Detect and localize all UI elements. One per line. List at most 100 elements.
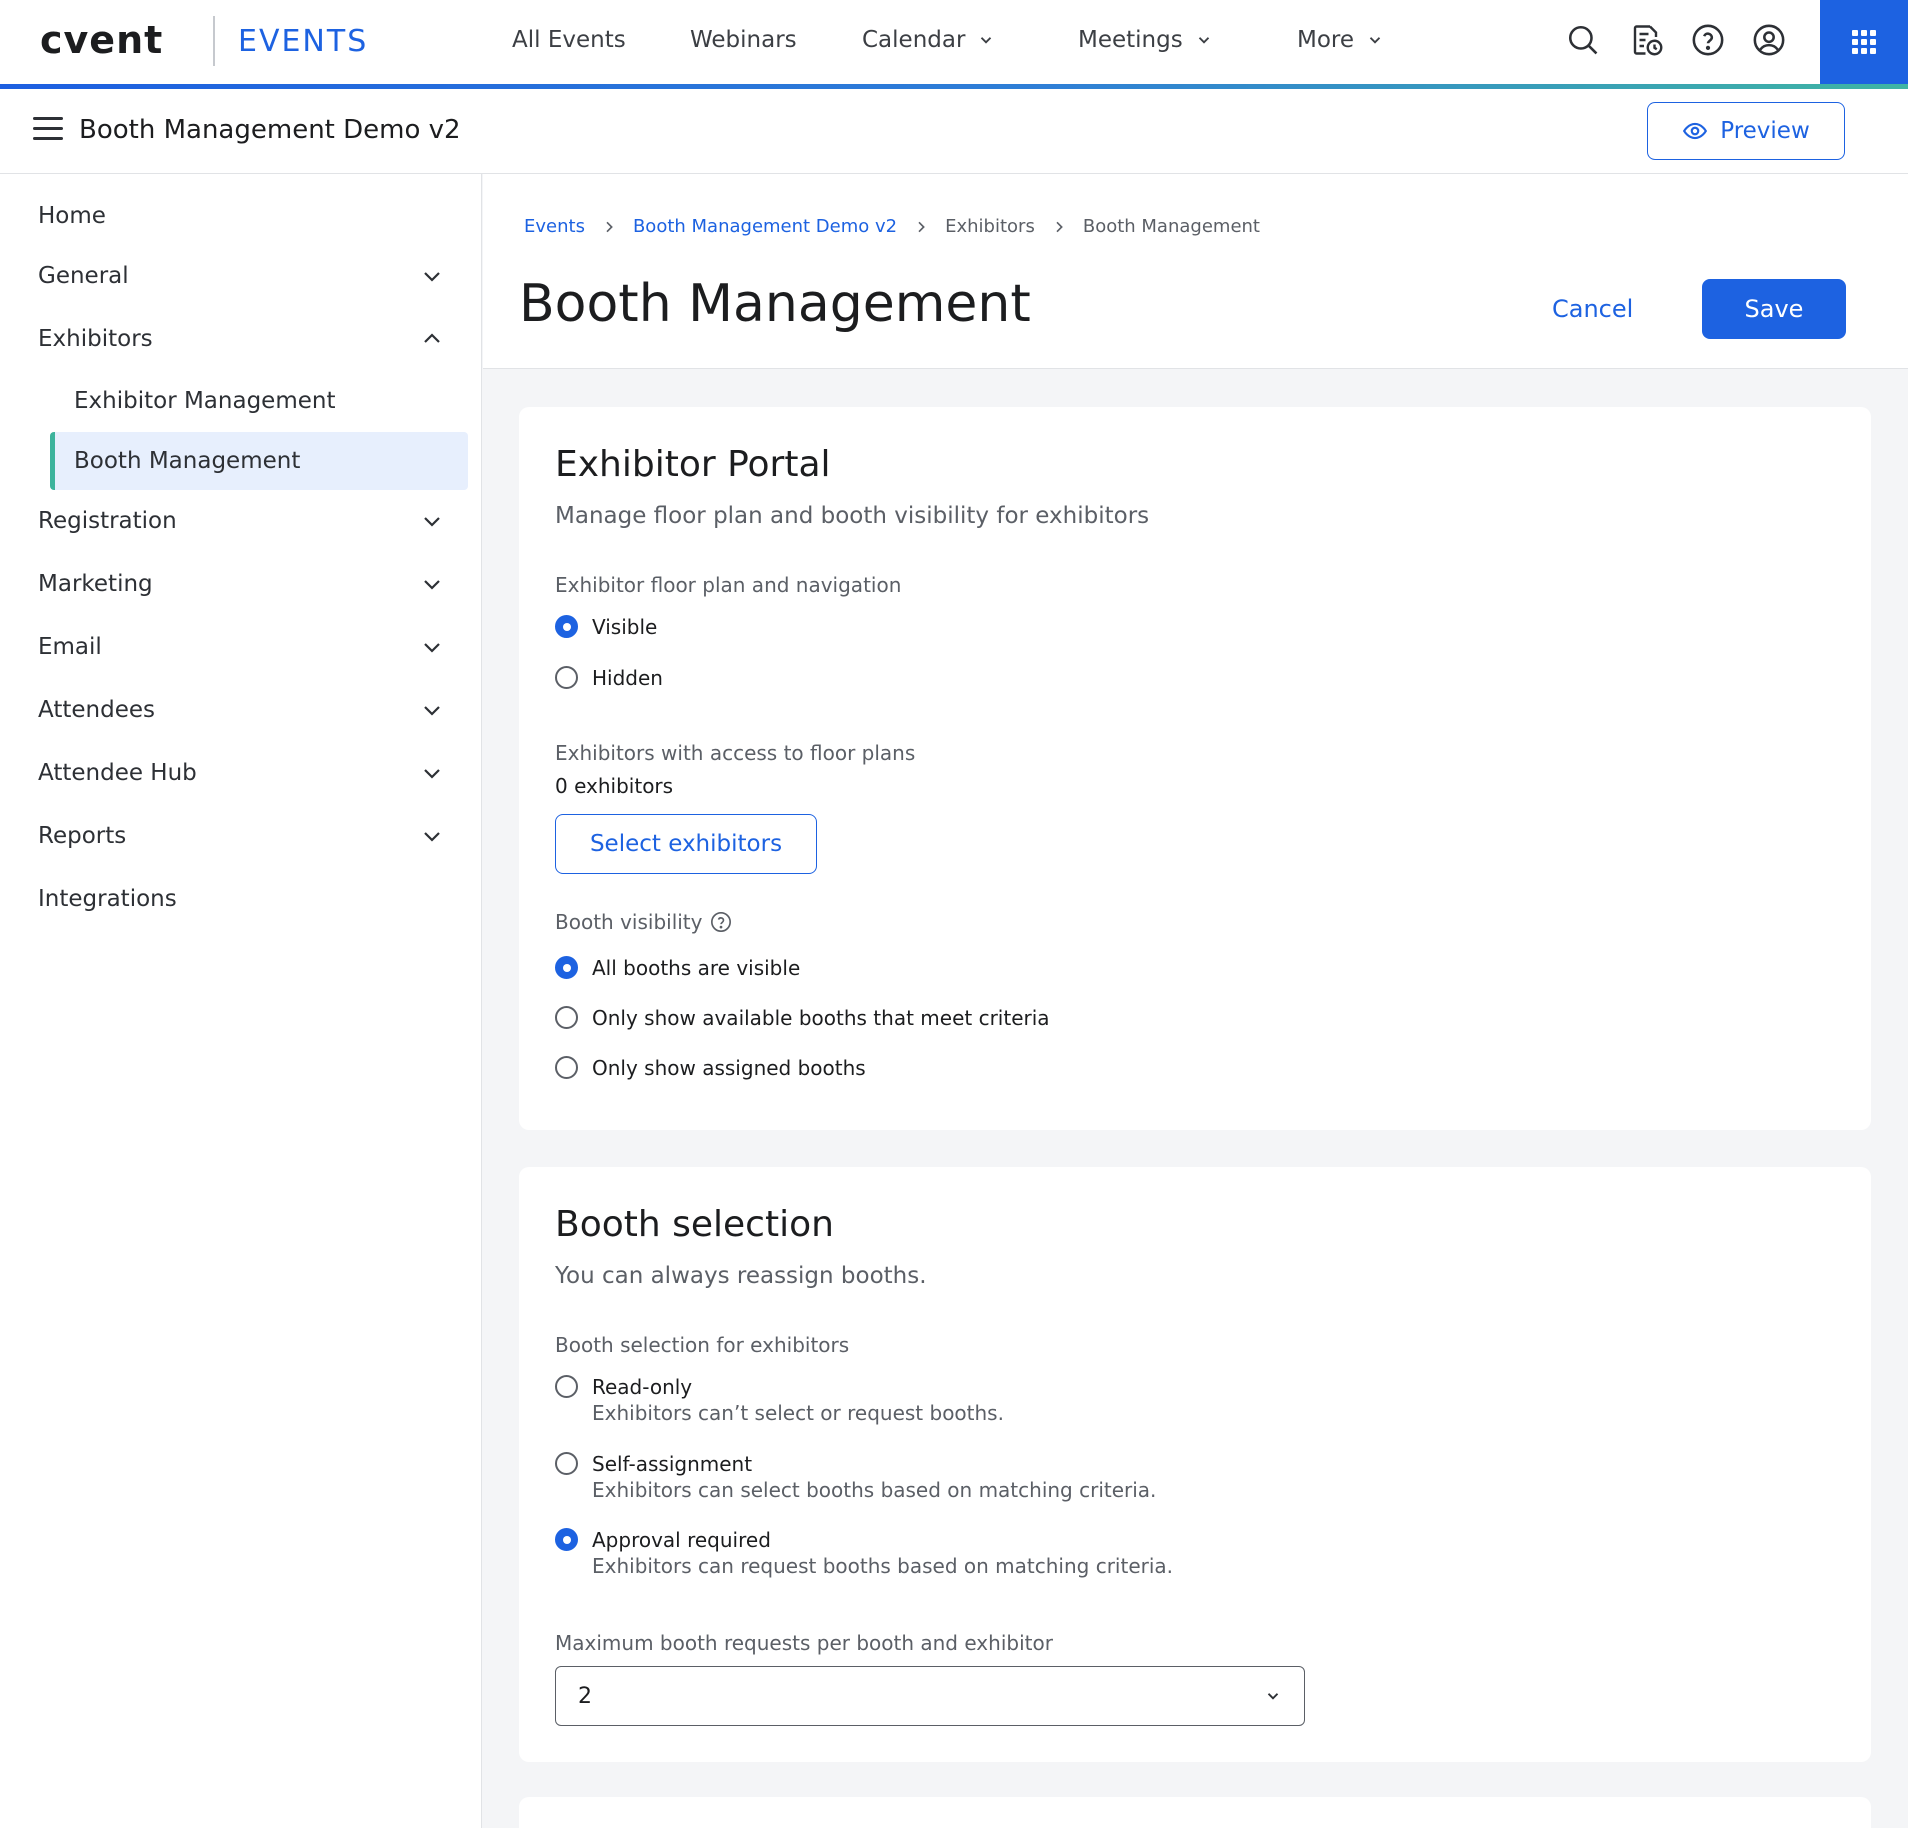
chevron-down-icon [981,37,992,44]
access-label-text: Exhibitors with access to floor plans [555,741,916,765]
radio-read-only[interactable]: Read-only Exhibitors can’t select or req… [555,1374,1004,1426]
breadcrumb-exhibitors: Exhibitors [945,216,1035,237]
radio-description: Exhibitors can’t select or request booth… [592,1401,1004,1425]
exhibitor-portal-card: Exhibitor Portal Manage floor plan and b… [519,407,1871,1130]
cvent-logo[interactable]: cvent [40,18,163,62]
radio-self-assignment[interactable]: Self-assignment Exhibitors can select bo… [555,1451,1156,1503]
sidebar-item-label: Integrations [38,886,177,912]
sidebar-item-attendees[interactable]: Attendees [0,682,482,738]
radio-label: Approval required [592,1528,771,1552]
radio-all-booths-visible[interactable]: All booths are visible [555,955,800,981]
app-name[interactable]: EVENTS [238,24,368,59]
nav-webinars[interactable]: Webinars [690,27,797,53]
account-icon[interactable] [1749,20,1789,60]
top-navigation: cvent EVENTS All Events Webinars Calenda… [0,0,1908,84]
chevron-down-icon [424,832,440,842]
max-requests-label-text: Maximum booth requests per booth and exh… [555,1631,1053,1655]
sidebar-item-exhibitor-management[interactable]: Exhibitor Management [50,372,468,430]
search-icon[interactable] [1563,20,1603,60]
sidebar-item-label: Exhibitor Management [74,388,336,414]
max-requests-label: Maximum booth requests per booth and exh… [555,1631,1053,1655]
breadcrumb-current: Booth Management [1082,216,1260,237]
radio-floor-plan-visible[interactable]: Visible [555,614,657,640]
max-requests-select[interactable]: 2 [555,1666,1305,1726]
radio-label: Only show available booths that meet cri… [592,1006,1050,1030]
sidebar-item-reports[interactable]: Reports [0,808,482,864]
sidebar-item-home[interactable]: Home [0,188,482,244]
card-subtitle: Manage floor plan and booth visibility f… [555,503,1150,529]
radio-assigned-booths[interactable]: Only show assigned booths [555,1055,866,1081]
menu-icon[interactable] [33,117,63,141]
sidebar-item-general[interactable]: General [0,248,482,304]
radio-unchecked-icon [555,1056,578,1079]
apps-grid-button[interactable] [1820,0,1908,84]
chevron-down-icon [1369,37,1381,44]
booth-selection-label-text: Booth selection for exhibitors [555,1333,850,1357]
help-icon[interactable] [710,911,732,933]
chevron-down-icon [424,769,440,779]
page-title: Booth Management [519,274,1031,334]
breadcrumb-event[interactable]: Booth Management Demo v2 [633,216,897,237]
chevron-right-icon [918,221,925,232]
radio-available-booths[interactable]: Only show available booths that meet cri… [555,1005,1050,1031]
sidebar-item-registration[interactable]: Registration [0,493,482,549]
sidebar-item-label: Attendees [38,697,155,723]
help-icon[interactable] [1688,20,1728,60]
sidebar-item-label: Registration [38,508,177,534]
radio-checked-icon [555,615,578,638]
sidebar-item-label: Home [38,203,106,229]
radio-unchecked-icon [555,1006,578,1029]
save-button[interactable]: Save [1702,279,1846,339]
logo-divider [213,16,215,66]
radio-unchecked-icon [555,1375,578,1398]
nav-all-events[interactable]: All Events [512,27,626,53]
sidebar-item-label: General [38,263,129,289]
radio-label: All booths are visible [592,956,801,980]
card-title: Exhibitor Portal [555,444,831,485]
preview-label: Preview [1720,118,1810,144]
event-title: Booth Management Demo v2 [79,115,461,145]
radio-approval-required[interactable]: Approval required Exhibitors can request… [555,1527,1173,1579]
radio-label: Self-assignment [592,1452,753,1476]
nav-calendar[interactable]: Calendar [862,27,995,53]
nav-meetings[interactable]: Meetings [1078,27,1213,53]
nav-more[interactable]: More [1297,27,1384,53]
preview-button[interactable]: Preview [1647,102,1845,160]
radio-floor-plan-hidden[interactable]: Hidden [555,665,663,691]
radio-label: Hidden [592,666,663,690]
sidebar-item-booth-management[interactable]: Booth Management [50,432,468,490]
sidebar-item-label: Marketing [38,571,153,597]
radio-unchecked-icon [555,1452,578,1475]
sidebar-item-label: Attendee Hub [38,760,197,786]
chevron-down-icon [1267,1693,1279,1700]
booth-selection-label: Booth selection for exhibitors [555,1333,849,1357]
nav-meetings-label: Meetings [1078,27,1183,53]
sidebar-item-attendee-hub[interactable]: Attendee Hub [0,745,482,801]
sidebar-item-integrations[interactable]: Integrations [0,871,482,927]
cancel-button[interactable]: Cancel [1552,295,1633,323]
chevron-right-icon [1056,221,1063,232]
card-subtitle: You can always reassign booths. [555,1263,927,1289]
sidebar-item-label: Reports [38,823,127,849]
breadcrumb: Events Booth Management Demo v2 Exhibito… [524,216,1260,237]
event-header-bar: Booth Management Demo v2 Preview [0,89,1908,174]
breadcrumb-events[interactable]: Events [524,216,585,237]
sidebar-item-marketing[interactable]: Marketing [0,556,482,612]
chevron-down-icon [424,706,440,716]
booth-visibility-label: Booth visibility [555,910,732,934]
chevron-up-icon [424,333,440,343]
sidebar-item-label: Booth Management [74,448,301,474]
chevron-right-icon [606,221,613,232]
nav-all-events-label: All Events [512,27,626,53]
eye-icon [1683,122,1708,140]
radio-description: Exhibitors can request booths based on m… [592,1554,1174,1578]
sidebar-item-exhibitors[interactable]: Exhibitors [0,311,482,367]
booth-visibility-label-text: Booth visibility [555,910,703,934]
calendar-clock-icon[interactable] [1627,20,1667,60]
select-exhibitors-button[interactable]: Select exhibitors [555,814,817,874]
page-header: Events Booth Management Demo v2 Exhibito… [483,174,1908,369]
radio-unchecked-icon [555,666,578,689]
sidebar-item-email[interactable]: Email [0,619,482,675]
nav-more-label: More [1297,27,1355,53]
next-card [519,1797,1871,1828]
